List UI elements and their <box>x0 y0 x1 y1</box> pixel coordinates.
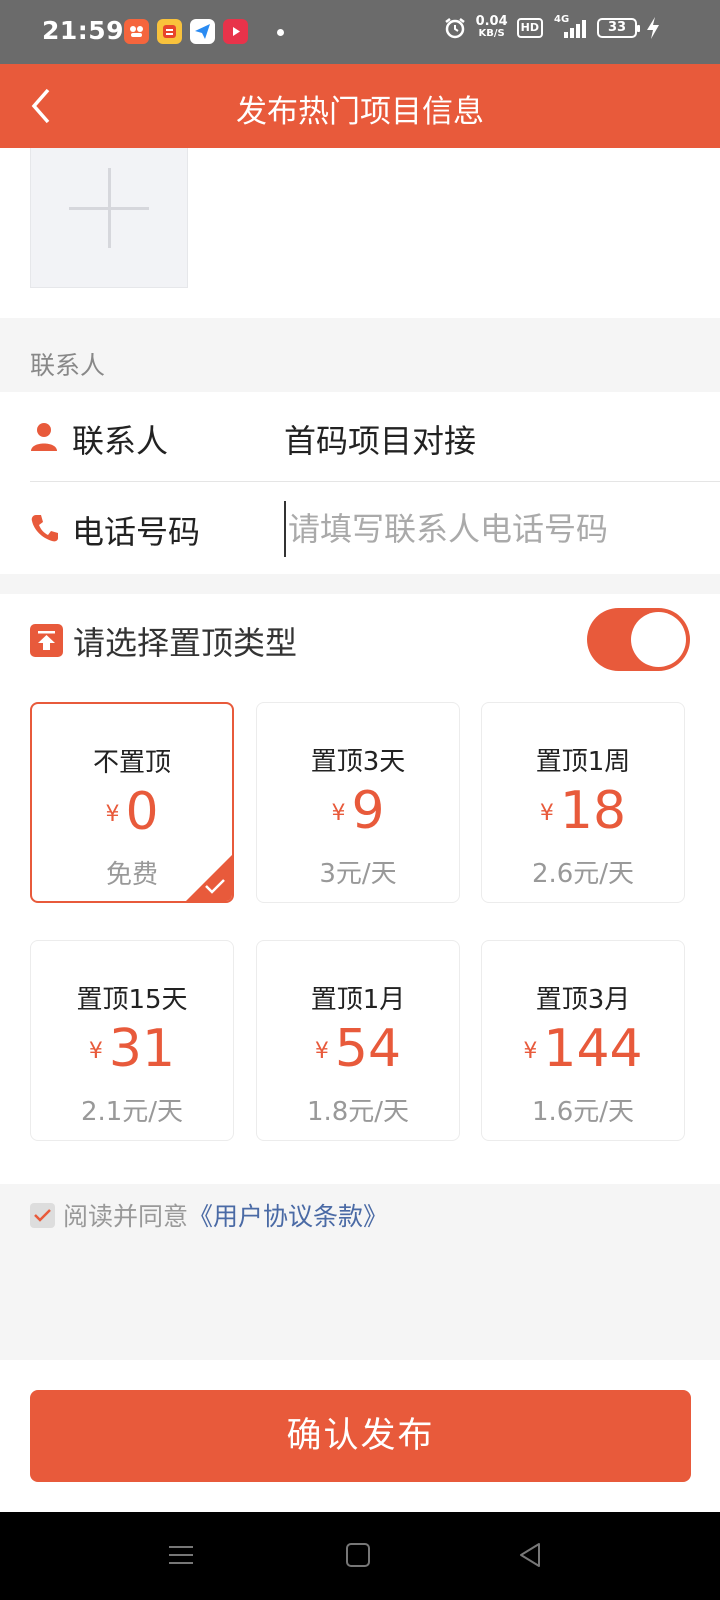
plan-per-day: 3元/天 <box>319 859 397 889</box>
plan-card-no-pin[interactable]: 不置顶 ¥0 免费 <box>30 702 234 903</box>
signal-icon: 4G <box>552 14 588 40</box>
plan-card-3-days[interactable]: 置顶3天 ¥9 3元/天 <box>256 702 460 903</box>
phone-icon <box>31 515 58 542</box>
app-notification-icon-3 <box>190 19 215 44</box>
plan-price-value: 31 <box>108 1019 176 1079</box>
contact-section-title: 联系人 <box>30 351 106 380</box>
phone-label: 电话号码 <box>72 513 201 551</box>
plan-name: 不置顶 <box>92 748 171 778</box>
plan-price: ¥31 <box>31 1019 233 1079</box>
plan-price: ¥9 <box>257 781 459 841</box>
phone-row: 电话号码 <box>30 483 720 573</box>
pin-type-section: 请选择置顶类型 不置顶 ¥0 免费 置顶3天 ¥9 3元/天 置顶1周 ¥18 … <box>0 594 720 1184</box>
plan-price-value: 0 <box>125 782 159 842</box>
plan-price: ¥0 <box>32 782 232 842</box>
hd-badge: HD <box>516 18 543 38</box>
checkmark-icon <box>34 1208 51 1222</box>
plan-price-value: 54 <box>334 1019 402 1079</box>
pin-type-toggle[interactable] <box>587 608 690 671</box>
plan-name: 置顶1月 <box>310 985 406 1015</box>
currency-symbol: ¥ <box>539 801 554 826</box>
more-notifications-dot <box>277 29 284 36</box>
plan-price-value: 18 <box>559 781 627 841</box>
plan-card-1-month[interactable]: 置顶1月 ¥54 1.8元/天 <box>256 940 460 1141</box>
agreement-row: 阅读并同意 《用户协议条款》 <box>30 1195 388 1235</box>
battery-icon: 33 <box>597 18 640 38</box>
plan-name: 置顶15天 <box>76 985 188 1015</box>
add-image-button[interactable] <box>30 148 188 288</box>
menu-icon[interactable] <box>168 1542 194 1568</box>
person-icon <box>31 423 57 451</box>
page-title: 发布热门项目信息 <box>236 94 484 130</box>
currency-symbol: ¥ <box>105 802 120 827</box>
currency-symbol: ¥ <box>523 1039 538 1064</box>
plus-icon-vertical <box>108 168 111 248</box>
toggle-knob <box>631 612 686 667</box>
plan-per-day: 1.6元/天 <box>531 1097 635 1127</box>
pin-top-icon <box>30 624 63 657</box>
currency-symbol: ¥ <box>331 801 346 826</box>
plan-per-day: 2.6元/天 <box>531 859 635 889</box>
contact-name-label: 联系人 <box>72 422 169 460</box>
plan-per-day: 2.1元/天 <box>80 1097 184 1127</box>
contact-name-value[interactable]: 首码项目对接 <box>284 416 476 462</box>
contact-name-row[interactable]: 联系人 首码项目对接 <box>30 392 720 482</box>
user-agreement-link[interactable]: 《用户协议条款》 <box>188 1197 388 1233</box>
plan-card-15-days[interactable]: 置顶15天 ¥31 2.1元/天 <box>30 940 234 1141</box>
back-nav-icon[interactable] <box>517 1542 543 1568</box>
plan-price: ¥18 <box>482 781 684 841</box>
plan-price-value: 9 <box>351 781 385 841</box>
top-navigation-bar: 发布热门项目信息 <box>0 64 720 148</box>
agreement-text: 阅读并同意 <box>63 1202 189 1231</box>
notification-icons <box>124 19 248 44</box>
pin-type-label: 请选择置顶类型 <box>73 624 298 662</box>
plan-price-value: 144 <box>543 1019 643 1079</box>
app-notification-icon-4 <box>223 19 248 44</box>
agreement-checkbox[interactable] <box>30 1202 55 1228</box>
section-divider <box>0 574 720 594</box>
plan-price: ¥54 <box>257 1019 459 1079</box>
currency-symbol: ¥ <box>314 1039 329 1064</box>
network-speed-unit: KB/S <box>478 28 505 39</box>
network-speed-value: 0.04 <box>475 14 508 29</box>
plan-name: 置顶3月 <box>535 985 631 1015</box>
image-upload-section <box>0 148 720 318</box>
status-right: 0.04 KB/S HD 4G 33 <box>443 14 660 40</box>
plan-card-3-months[interactable]: 置顶3月 ¥144 1.6元/天 <box>481 940 685 1141</box>
plan-name: 置顶3天 <box>310 747 406 777</box>
phone-input[interactable] <box>284 501 704 557</box>
app-notification-icon-1 <box>124 19 149 44</box>
status-bar: 21:59 0.04 KB/S HD 4G 33 <box>0 0 720 64</box>
home-icon[interactable] <box>345 1542 371 1568</box>
plan-name: 置顶1周 <box>535 747 631 777</box>
plan-per-day: 1.8元/天 <box>306 1097 410 1127</box>
network-type: 4G <box>554 14 570 25</box>
plan-price: ¥144 <box>482 1019 684 1079</box>
status-time: 21:59 <box>42 16 125 45</box>
confirm-publish-button[interactable]: 确认发布 <box>30 1390 691 1482</box>
alarm-icon <box>444 18 465 39</box>
contact-section-header: 联系人 <box>0 318 720 392</box>
system-navigation-bar <box>0 1512 720 1600</box>
charging-icon <box>647 17 659 39</box>
contact-form: 联系人 首码项目对接 电话号码 <box>0 392 720 574</box>
checkmark-icon <box>205 879 225 894</box>
currency-symbol: ¥ <box>88 1039 103 1064</box>
app-notification-icon-2 <box>157 19 182 44</box>
network-speed: 0.04 KB/S <box>475 14 508 40</box>
plan-card-1-week[interactable]: 置顶1周 ¥18 2.6元/天 <box>481 702 685 903</box>
